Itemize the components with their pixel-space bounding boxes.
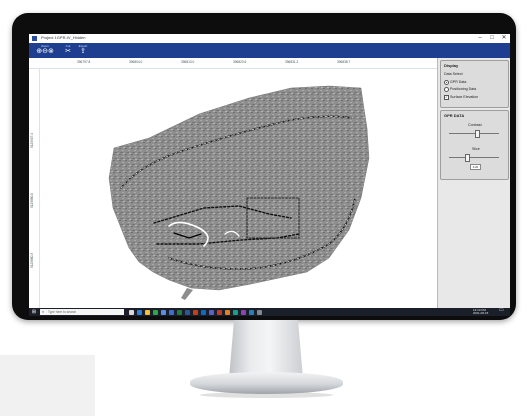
taskbar: ⊞ ⌕ Type here to search 12:10 PM 2021-06… [29,308,510,316]
zoom-group: Zoom ⊕⊖⊗ [30,44,60,57]
ribbon-toolbar: Zoom ⊕⊖⊗ Cut ✂ Export ⇪ [29,43,510,58]
x-axis-ruler: 396797.8 396804.0 396813.0 396820.6 3968… [29,58,437,69]
teams-icon[interactable] [209,309,214,315]
gpr-data-title: GPR DATA [444,113,465,118]
x-tick: 396820.6 [233,60,247,64]
close-button[interactable]: ✕ [498,34,510,43]
slice-slider-track[interactable] [449,157,499,158]
slice-value-input[interactable]: 0.20 [470,164,481,170]
display-title: Display [444,63,459,68]
gpr-survey-area [108,85,370,300]
positioning-data-radio[interactable] [444,87,449,92]
app3-icon[interactable] [233,309,238,315]
contrast-slider-thumb[interactable] [475,130,480,138]
y-tick: 5129907.4 [30,132,34,148]
app6-icon[interactable] [257,309,262,315]
store-icon[interactable] [161,309,166,315]
gpr-map[interactable] [29,58,437,308]
x-tick: 396804.0 [129,60,143,64]
search-placeholder: Type here to search [48,310,77,314]
word-icon[interactable] [185,309,190,315]
slice-slider-thumb[interactable] [465,154,470,162]
monitor-stand-neck [229,320,303,376]
x-tick: 396831.2 [285,60,299,64]
notification-icon[interactable]: ▭ [499,308,504,313]
search-icon: ⌕ [42,309,45,314]
zoom-fit-icon[interactable]: ⊗ [48,48,54,55]
surface-elevation-label: Surface Elevation [450,94,479,99]
title-bar: Project 1GPR-IV_Hidden – □ ✕ [29,34,510,43]
maximize-button[interactable]: □ [486,34,498,43]
gpr-data-group: GPR DATA Contrast Slice 0.20 [440,110,509,180]
outlook-icon[interactable] [201,309,206,315]
edge-icon[interactable] [137,309,142,315]
clock-date[interactable]: 2021-06-15 [473,312,488,315]
x-tick: 396797.8 [77,60,91,64]
chrome-icon[interactable] [153,309,158,315]
positioning-data-label: Positioning Data [450,86,477,91]
export-icon: ⇪ [80,48,86,55]
app-icon [32,36,37,41]
surface-elevation-checkbox[interactable]: ✓ [444,95,449,100]
data-select-label: Data Select [444,72,463,76]
windows-start-icon[interactable]: ⊞ [31,309,37,315]
y-tick: 5129880.0 [30,192,34,208]
x-tick: 396813.0 [181,60,195,64]
task-view-icon[interactable] [129,309,134,315]
app2-icon[interactable] [225,309,230,315]
scissors-icon: ✂ [65,48,71,55]
display-group: Display Data Select GPR Data Positioning… [440,60,509,108]
monitor-stand-base [190,372,343,394]
gpr-data-radio[interactable] [444,80,449,85]
window-title: Project 1GPR-IV_Hidden [41,35,86,40]
app5-icon[interactable] [249,309,254,315]
slice-label: Slice [472,147,480,151]
y-axis-ruler: 5129907.4 5129880.0 5129860.3 [29,68,40,308]
screen: Project 1GPR-IV_Hidden – □ ✕ Zoom ⊕⊖⊗ Cu… [29,34,510,316]
app1-icon[interactable] [217,309,222,315]
x-tick: 396838.7 [337,60,351,64]
desk-paper [0,355,95,416]
contrast-label: Contrast [468,123,482,127]
explorer-icon[interactable] [145,309,150,315]
y-tick: 5129860.3 [30,252,34,268]
monitor-bezel: Project 1GPR-IV_Hidden – □ ✕ Zoom ⊕⊖⊗ Cu… [12,13,516,320]
minimize-button[interactable]: – [474,34,486,43]
powerpoint-icon[interactable] [193,309,198,315]
map-canvas[interactable]: 396797.8 396804.0 396813.0 396820.6 3968… [29,58,437,308]
gpr-data-label: GPR Data [450,79,467,84]
mail-icon[interactable] [169,309,174,315]
taskbar-search-input[interactable]: ⌕ Type here to search [40,309,124,315]
cut-button[interactable]: Cut ✂ [62,44,74,57]
app4-icon[interactable] [241,309,246,315]
export-button[interactable]: Export ⇪ [76,44,90,57]
side-panel: Display Data Select GPR Data Positioning… [437,58,510,308]
excel-icon[interactable] [177,309,182,315]
contrast-slider-track[interactable] [449,133,499,134]
